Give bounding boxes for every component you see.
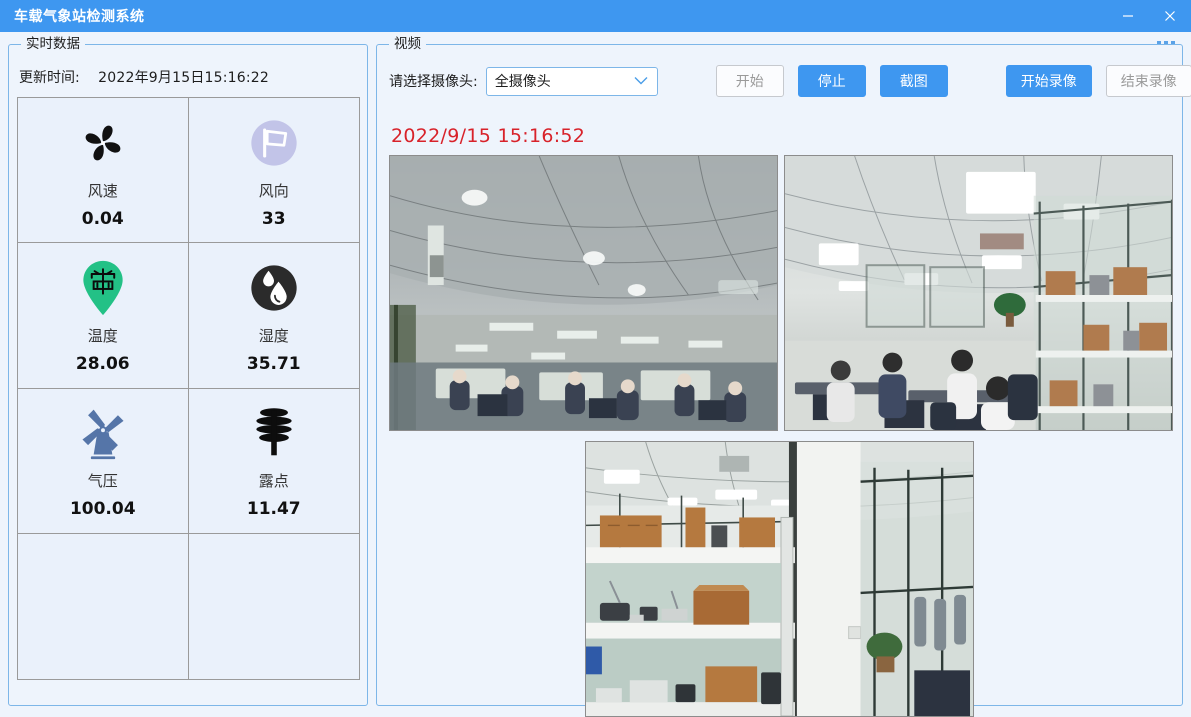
start-button[interactable]: 开始	[715, 65, 784, 97]
camera-feed-3[interactable]	[585, 441, 974, 717]
video-timestamp: 2022/9/15 15:16:52	[391, 125, 586, 147]
update-time-row: 更新时间: 2022年9月15日15:16:22	[19, 67, 269, 87]
app-body: 实时数据 更新时间: 2022年9月15日15:16:22 风速 0.04 风向…	[0, 32, 1191, 717]
video-group-label: 视频	[389, 36, 426, 52]
sensor-name: 露点	[258, 472, 289, 491]
sensor-grid: 风速 0.04 风向 33 温度 28.06 湿度 35.71 气压 100.0…	[17, 97, 360, 680]
update-time-value: 2022年9月15日15:16:22	[98, 70, 269, 86]
sensor-cell-humidity[interactable]: 湿度 35.71	[188, 243, 359, 389]
sensor-name: 风向	[258, 181, 289, 200]
sensor-cell-temperature[interactable]: 温度 28.06	[18, 243, 189, 389]
sensor-value: 33	[261, 208, 286, 229]
window-controls	[1107, 0, 1191, 32]
stop-button[interactable]: 停止	[797, 65, 866, 97]
realtime-data-group-label: 实时数据	[21, 36, 85, 52]
sensor-value: 35.71	[246, 353, 301, 374]
camera-select[interactable]: 全摄像头	[485, 66, 658, 96]
update-time-label: 更新时间:	[19, 70, 80, 86]
video-toolbar: 请选择摄像头: 全摄像头 开始 停止 截图 开始录像 结束录像	[389, 65, 1191, 97]
video-feeds-area	[389, 155, 1173, 717]
sensor-cell-empty-1	[18, 533, 189, 679]
sensor-value: 28.06	[75, 353, 130, 374]
minimize-button[interactable]	[1107, 0, 1149, 32]
fan-icon	[74, 112, 132, 174]
flag-icon	[245, 112, 303, 174]
sensor-name: 风速	[87, 181, 118, 200]
camera-select-label: 请选择摄像头:	[389, 74, 478, 90]
sensor-name: 气压	[87, 472, 118, 491]
sensor-cell-wind-speed[interactable]: 风速 0.04	[18, 98, 189, 244]
close-icon	[1165, 11, 1175, 21]
sensor-value: 0.04	[81, 208, 124, 229]
chevron-down-icon	[634, 73, 648, 89]
map-pin-icon	[78, 257, 128, 319]
camera-feed-2-image	[785, 156, 1172, 430]
sensor-cell-dew-point[interactable]: 露点 11.47	[188, 388, 359, 534]
camera-select-value: 全摄像头	[494, 74, 551, 90]
camera-feed-3-image	[586, 442, 973, 716]
radiation-shield-icon	[248, 402, 300, 464]
start-recording-button[interactable]: 开始录像	[1005, 65, 1092, 97]
camera-feed-2[interactable]	[784, 155, 1173, 431]
minimize-icon	[1123, 15, 1133, 17]
sensor-name: 湿度	[258, 326, 289, 345]
camera-feed-1-image	[390, 156, 777, 430]
video-group: 视频 请选择摄像头: 全摄像头 开始 停止 截图 开始录像 结束录像 2022/…	[376, 36, 1191, 717]
sensor-value: 100.04	[69, 499, 136, 520]
sensor-value: 11.47	[246, 499, 301, 520]
sensor-cell-empty-2	[188, 533, 359, 679]
window-titlebar: 车载气象站检测系统	[0, 0, 1191, 32]
close-button[interactable]	[1149, 0, 1191, 32]
windmill-icon	[75, 402, 131, 464]
sensor-name: 温度	[87, 326, 118, 345]
stop-recording-button[interactable]: 结束录像	[1105, 65, 1191, 97]
water-drop-icon	[245, 257, 303, 319]
screenshot-button[interactable]: 截图	[879, 65, 948, 97]
sensor-cell-wind-direction[interactable]: 风向 33	[188, 98, 359, 244]
window-title: 车载气象站检测系统	[14, 9, 145, 25]
realtime-data-group: 实时数据 更新时间: 2022年9月15日15:16:22 风速 0.04 风向…	[8, 36, 368, 706]
sensor-cell-pressure[interactable]: 气压 100.04	[18, 388, 189, 534]
camera-feed-1[interactable]	[389, 155, 778, 431]
